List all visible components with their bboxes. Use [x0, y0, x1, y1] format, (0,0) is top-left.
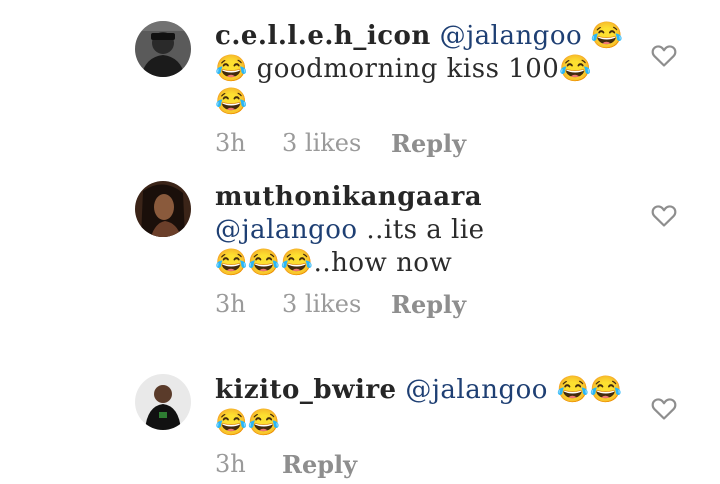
comment-meta: 3h 3 likes Reply — [215, 290, 625, 320]
mention-link[interactable]: @jalangoo — [440, 21, 583, 51]
heart-outline-icon[interactable] — [651, 397, 677, 421]
reply-button[interactable]: Reply — [391, 290, 466, 319]
likes-count[interactable]: 3 likes — [282, 290, 361, 318]
comment-time: 3h — [215, 450, 246, 478]
avatar[interactable] — [135, 374, 191, 430]
comment-time: 3h — [215, 290, 246, 318]
comment-username[interactable]: muthonikangaara — [215, 182, 482, 212]
reply-button[interactable]: Reply — [391, 129, 466, 158]
comment-username[interactable]: c.e.l.l.e.h_icon — [215, 21, 431, 51]
avatar[interactable] — [135, 181, 191, 237]
mention-link[interactable]: @jalangoo — [215, 215, 358, 245]
comment-meta: 3h Reply — [215, 450, 625, 480]
mention-link[interactable]: @jalangoo — [405, 375, 548, 405]
comment-text: kizito_bwire @jalangoo 😂😂😂😂 — [215, 374, 625, 440]
comment-text: c.e.l.l.e.h_icon @jalangoo 😂😂 goodmornin… — [215, 20, 625, 119]
comment-meta: 3h 3 likes Reply — [215, 129, 625, 159]
heart-outline-icon[interactable] — [651, 44, 677, 68]
comment-username[interactable]: kizito_bwire — [215, 375, 397, 405]
heart-outline-icon[interactable] — [651, 204, 677, 228]
likes-count[interactable]: 3 likes — [282, 129, 361, 157]
comment-time: 3h — [215, 129, 246, 157]
avatar[interactable] — [135, 21, 191, 77]
reply-button[interactable]: Reply — [282, 450, 357, 479]
comment-text: muthonikangaara @jalangoo ..its a lie😂😂😂… — [215, 181, 515, 280]
